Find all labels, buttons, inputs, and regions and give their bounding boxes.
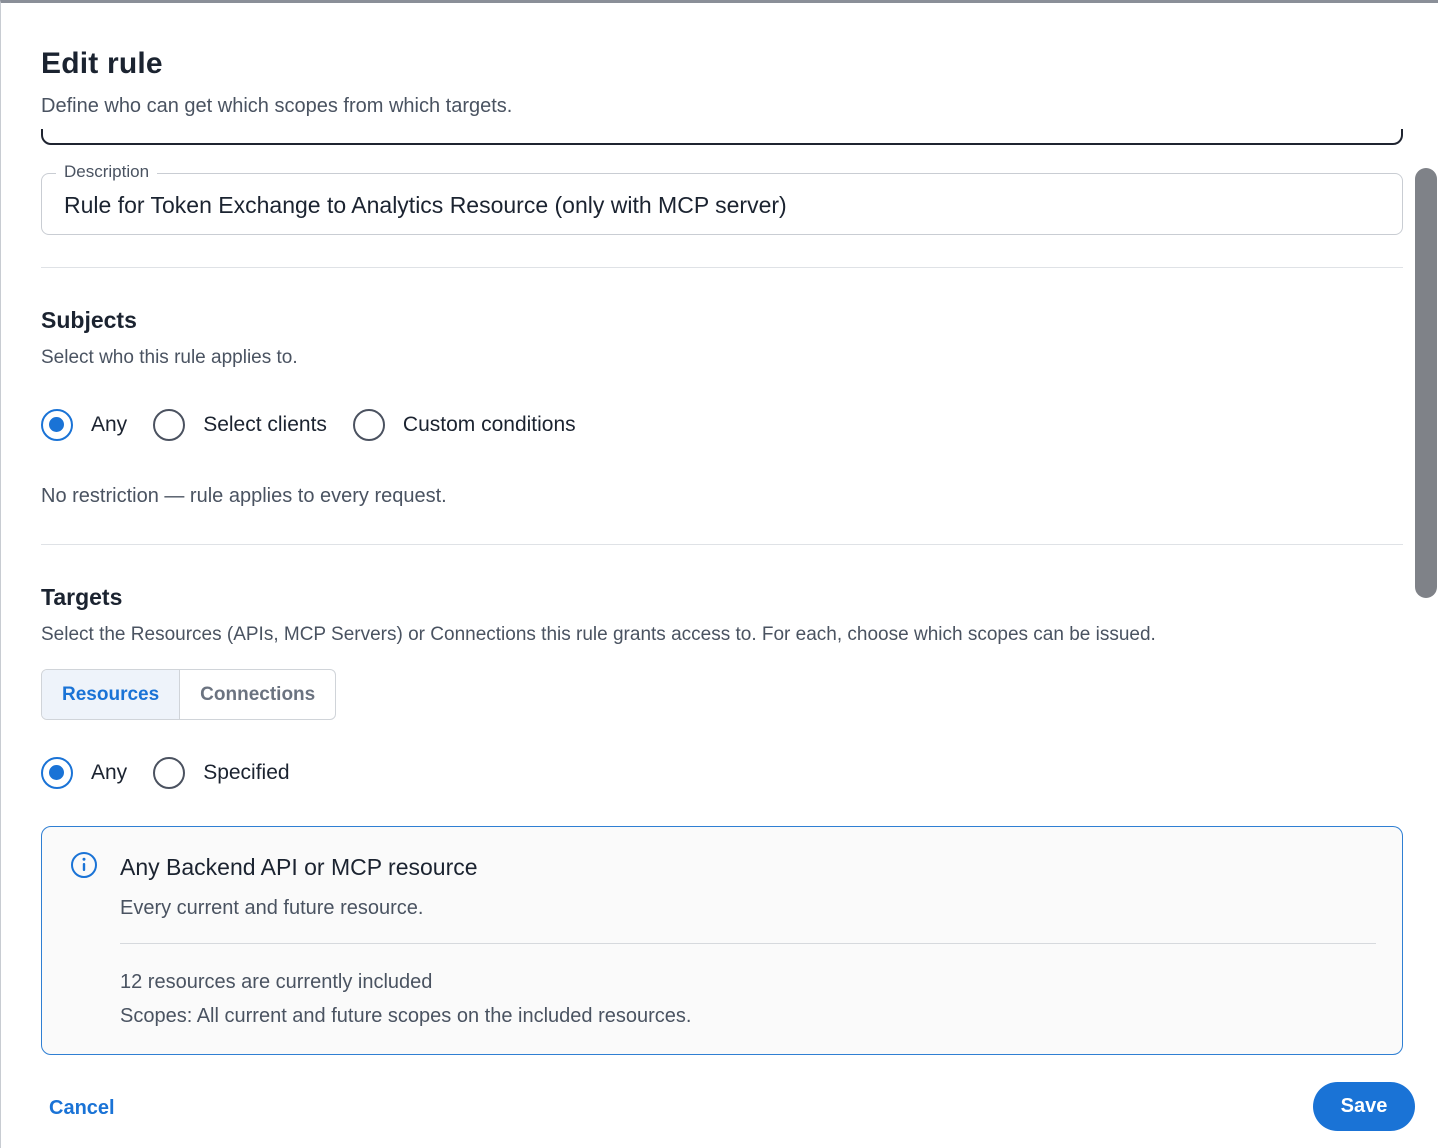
description-field[interactable]: Description Rule for Token Exchange to A… (41, 162, 1403, 235)
radio-label: Any (91, 413, 128, 436)
subjects-option-custom-conditions[interactable]: Custom conditions (352, 409, 576, 441)
radio-label: Any (91, 761, 128, 784)
subjects-radio-group: Any Select clients Custom conditions (41, 409, 602, 441)
info-subtitle: Every current and future resource. (120, 897, 424, 919)
radio-label: Custom conditions (402, 413, 576, 436)
dialog-subtitle: Define who can get which scopes from whi… (41, 95, 513, 117)
subjects-description: Select who this rule applies to. (41, 347, 298, 368)
edit-rule-dialog: Edit rule Define who can get which scope… (0, 0, 1438, 1148)
dialog-header: Edit rule Define who can get which scope… (41, 47, 512, 118)
targets-option-specified[interactable]: Specified (153, 757, 290, 789)
info-title: Any Backend API or MCP resource (120, 854, 478, 880)
subjects-option-select-clients[interactable]: Select clients (153, 409, 327, 441)
tab-resources[interactable]: Resources (42, 670, 181, 719)
subjects-option-any[interactable]: Any (41, 409, 127, 441)
subjects-title: Subjects (41, 307, 137, 333)
radio-unselected-icon[interactable] (153, 757, 186, 789)
tab-connections[interactable]: Connections (180, 670, 335, 719)
dialog-scroll-area[interactable]: Description Rule for Token Exchange to A… (1, 129, 1438, 1057)
info-icon (71, 852, 97, 878)
info-divider (120, 943, 1376, 944)
scopes-text: Scopes: All current and future scopes on… (120, 1005, 692, 1027)
radio-selected-icon[interactable] (41, 757, 73, 789)
description-label: Description (56, 162, 158, 182)
radio-label: Select clients (203, 413, 327, 436)
targets-title: Targets (41, 584, 123, 610)
name-field-partial[interactable] (41, 129, 1403, 145)
cancel-button[interactable]: Cancel (49, 1097, 115, 1120)
radio-label: Specified (203, 761, 290, 784)
targets-radio-group: Any Specified (41, 757, 316, 789)
section-divider (41, 544, 1403, 545)
radio-unselected-icon[interactable] (352, 409, 385, 441)
any-resource-info-box: Any Backend API or MCP resource Every cu… (41, 826, 1403, 1055)
scrollbar-thumb[interactable] (1415, 168, 1437, 598)
radio-unselected-icon[interactable] (153, 409, 186, 441)
radio-selected-icon[interactable] (41, 409, 73, 441)
resource-count-text: 12 resources are currently included (120, 971, 433, 993)
section-divider (41, 267, 1403, 268)
dialog-title: Edit rule (41, 47, 163, 80)
targets-option-any[interactable]: Any (41, 757, 127, 789)
dialog-footer: Cancel Save (1, 1057, 1438, 1148)
targets-description: Select the Resources (APIs, MCP Servers)… (41, 624, 1156, 645)
save-button[interactable]: Save (1313, 1082, 1415, 1131)
subjects-note: No restriction — rule applies to every r… (41, 485, 447, 507)
targets-tabs: Resources Connections (41, 669, 337, 720)
description-input[interactable]: Rule for Token Exchange to Analytics Res… (64, 192, 787, 219)
